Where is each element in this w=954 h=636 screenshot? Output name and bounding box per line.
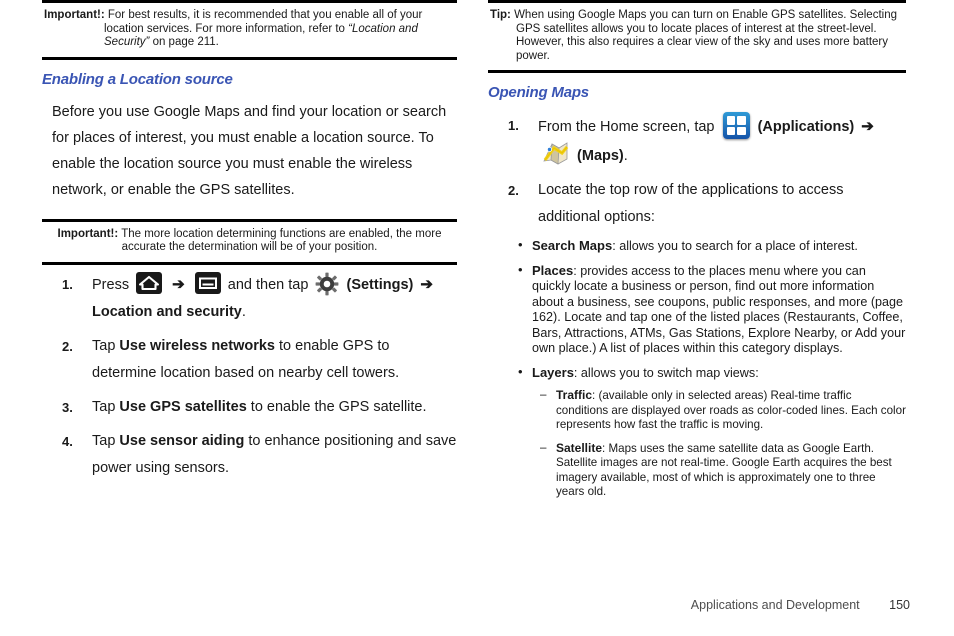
subbullet-satellite: – Satellite: Maps uses the same satellit… [540,441,906,500]
dash-icon: – [540,388,547,401]
arrow-2: ➔ [420,275,433,293]
step-number: 1. [508,118,519,133]
step-text-pre: Tap [92,432,120,449]
dash-icon: – [540,440,547,454]
bullet-term: Places [532,262,574,278]
section-heading-enabling-location-source: Enabling a Location source [42,70,233,88]
options-bullet-list: • Search Maps: allows you to search for … [516,237,906,500]
bullet-places: • Places: provides access to the places … [516,261,906,357]
step-number: 4. [62,433,73,449]
settings-gear-icon [315,272,339,296]
step-text-pre: Tap [92,337,120,354]
step-text: Locate the top row of the applications t… [538,182,844,225]
step-1: 1. From the Home screen, tap (Applicatio… [488,112,906,170]
step-text-pre: Tap [92,398,120,415]
divider-below-note-2 [42,261,457,265]
step-4: 4. Tap Use sensor aiding to enhance posit… [42,428,457,482]
subbullet-term: Traffic [556,388,593,402]
bullet-term: Search Maps [532,238,613,253]
applications-icon [722,112,750,139]
step-2: 2. Tap Use wireless networks to enable GP… [42,333,457,387]
manual-page: Important!: For best results, it is reco… [0,0,954,636]
note-label: Important!: [44,9,105,21]
subbullet-term: Satellite [556,440,603,455]
bullet-term: Layers [532,364,574,380]
step-number: 3. [62,399,73,415]
step-number: 1. [62,276,73,292]
layers-sub-list: – Traffic: (available only in selected a… [540,388,906,500]
bullet-text: : allows you to switch map views: [573,365,759,380]
note-tip: Tip: When using Google Maps you can turn… [488,3,906,70]
left-column: Important!: For best results, it is reco… [42,0,457,489]
step-bold: Use sensor aiding [119,432,245,449]
note-text: When using Google Maps you can turn on E… [514,9,897,62]
step-maps-label: (Maps) [577,148,624,164]
subbullet-text: : (available only in selected areas) Rea… [556,389,906,431]
page-footer: Applications and Development 150 [691,598,910,612]
steps-list-right: 1. From the Home screen, tap (Applicatio… [488,112,906,231]
bullet-search-maps: • Search Maps: allows you to search for … [516,237,906,255]
bullet-text: : allows you to search for a place of in… [612,239,858,253]
note-important-2: Important!: The more location determinin… [42,222,457,262]
step-number: 2. [62,338,73,354]
bullet-layers: • Layers: allows you to switch map views… [516,363,906,500]
step-number: 2. [508,183,519,198]
divider-below-note-1 [42,56,457,60]
arrow-1: ➔ [172,275,185,293]
step-bold: Use wireless networks [119,337,275,354]
divider-below-tip [488,70,906,73]
footer-chapter: Applications and Development [690,598,860,612]
bullet-dot-icon: • [518,363,523,379]
step-text-pre: Press [92,276,130,293]
step-1: 1. Press ➔ and then tap (Settings) ➔ Loc… [42,271,457,326]
maps-icon [542,141,569,168]
footer-page-number: 150 [889,598,910,612]
step-bold-tail: Location and security [92,303,242,320]
bullet-dot-icon: • [518,261,523,277]
step-applications-label: (Applications) [757,119,855,135]
home-icon [136,271,163,294]
step-text-pre: From the Home screen, tap [538,119,715,135]
menu-icon [194,271,221,294]
intro-paragraph: Before you use Google Maps and find your… [52,103,447,198]
step-tail-punct: . [241,303,246,320]
step-3: 3. Tap Use GPS satellites to enable the G… [42,394,457,421]
note-line-2: accurate the determination will be of yo… [121,241,378,253]
bullet-text: : provides access to the places menu whe… [532,263,906,356]
note-label: Tip: [490,9,511,21]
arrow-1: ➔ [861,118,874,135]
step-tail-punct: . [623,148,628,164]
right-column: Tip: When using Google Maps you can turn… [488,0,906,508]
steps-list-left: 1. Press ➔ and then tap (Settings) ➔ Loc… [42,271,457,482]
bullet-dot-icon: • [518,237,523,252]
step-bold: Use GPS satellites [119,398,247,415]
subbullet-traffic: – Traffic: (available only in selected a… [540,388,906,433]
step-2: 2. Locate the top row of the applications… [488,177,906,231]
note-line-1: The more location determining functions … [121,227,442,240]
section-heading-opening-maps: Opening Maps [488,84,589,101]
note-label: Important!: [57,227,119,240]
step-settings-label: (Settings) [346,276,414,293]
step-text-mid: and then tap [227,276,309,293]
step-text-post: to enable the GPS satellite. [246,398,427,415]
note-text-b: on page 211. [149,36,219,48]
subbullet-text: : Maps uses the same satellite data as G… [556,441,892,499]
note-important-1: Important!: For best results, it is reco… [42,3,457,57]
